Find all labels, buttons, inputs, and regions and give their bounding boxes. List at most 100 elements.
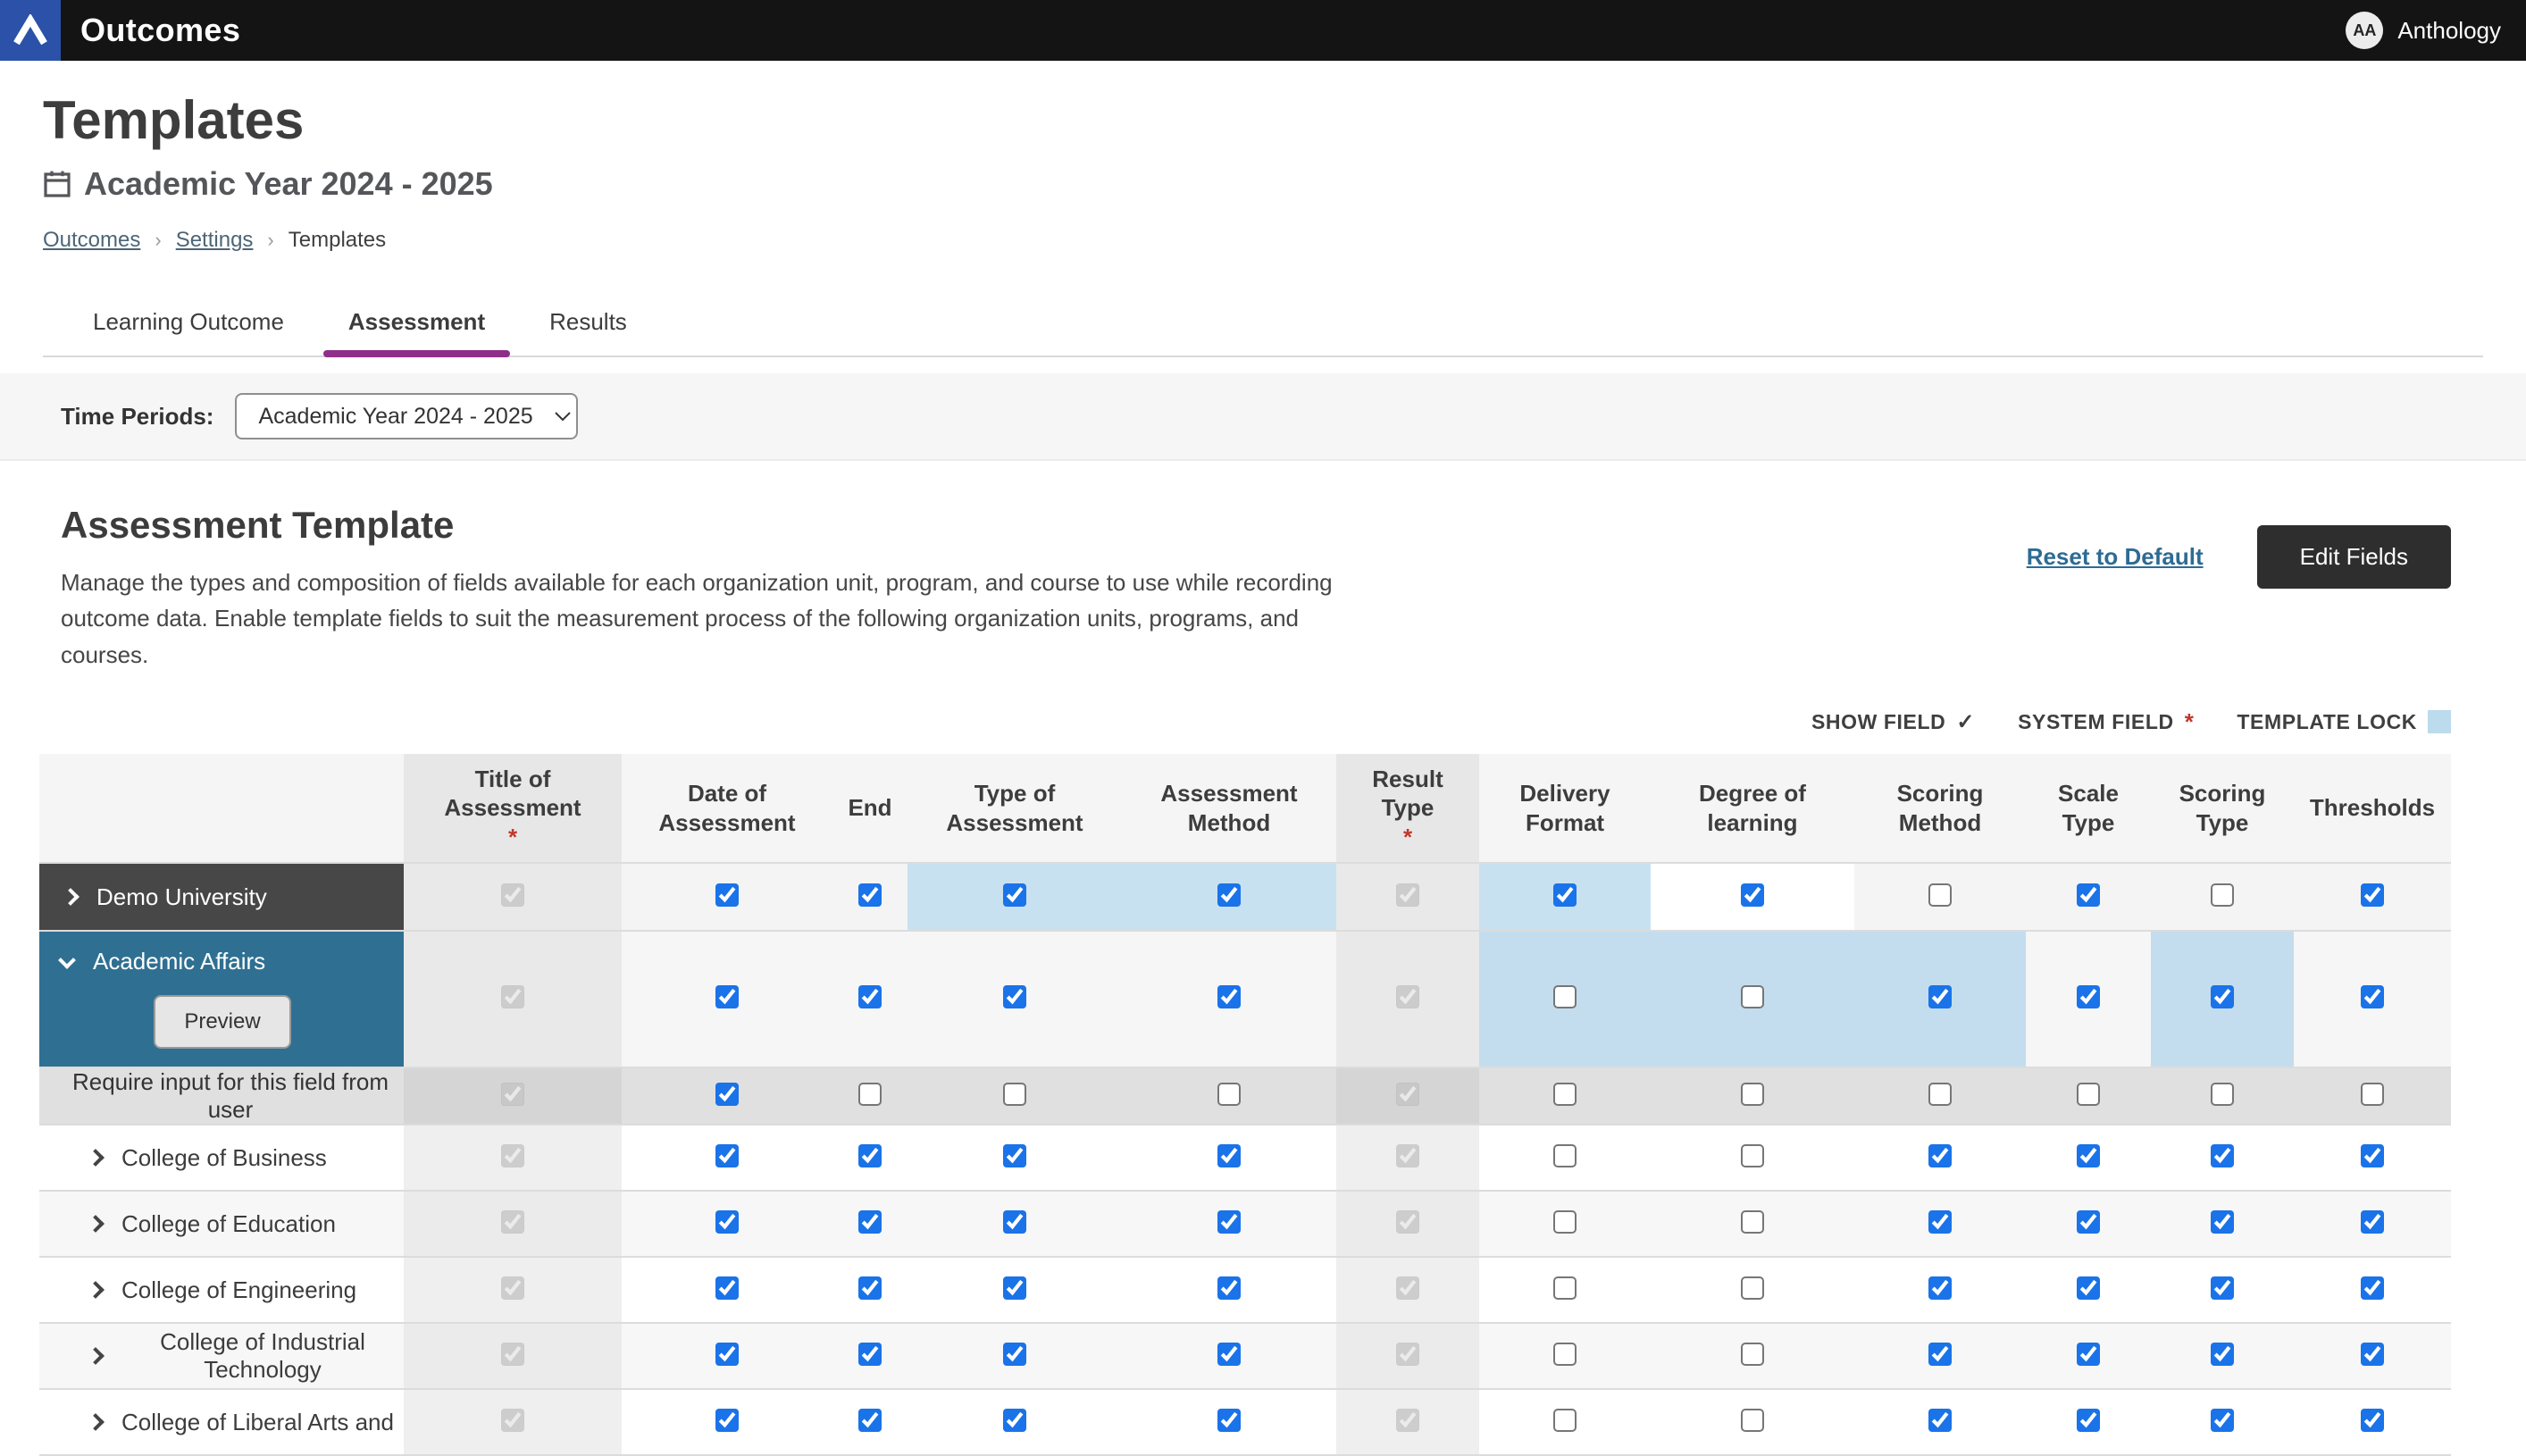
field-checkbox-college-of-education-scoring-method[interactable] [1928,1210,1952,1234]
user-avatar[interactable]: AA [2346,12,2383,49]
field-checkbox-college-of-education-delivery-format[interactable] [1553,1210,1577,1234]
field-checkbox-college-of-business-assessment-method[interactable] [1217,1144,1241,1167]
field-checkbox-require-input-scale-type[interactable] [2077,1083,2100,1106]
org-row-toggle-college-of-education[interactable]: College of Education [39,1210,404,1238]
org-row-toggle-college-of-liberal-arts-and[interactable]: College of Liberal Arts and [39,1409,404,1436]
field-checkbox-require-input-scoring-type[interactable] [2211,1083,2234,1106]
field-checkbox-demo-university-scoring-method[interactable] [1928,883,1952,907]
field-checkbox-demo-university-date-of-assessment[interactable] [715,883,739,907]
field-checkbox-college-of-engineering-scale-type[interactable] [2077,1276,2100,1300]
field-checkbox-academic-affairs-assessment-method[interactable] [1217,985,1241,1008]
field-checkbox-college-of-industrial-technology-thresholds[interactable] [2361,1343,2384,1366]
field-checkbox-college-of-education-degree-of-learning[interactable] [1741,1210,1764,1234]
field-checkbox-college-of-industrial-technology-type-of-assessment[interactable] [1003,1343,1026,1366]
field-checkbox-college-of-engineering-date-of-assessment[interactable] [715,1276,739,1300]
edit-fields-button[interactable]: Edit Fields [2257,525,2451,589]
field-checkbox-college-of-business-scoring-method[interactable] [1928,1144,1952,1167]
field-checkbox-college-of-education-thresholds[interactable] [2361,1210,2384,1234]
field-checkbox-college-of-industrial-technology-assessment-method[interactable] [1217,1343,1241,1366]
breadcrumb-settings[interactable]: Settings [176,228,254,253]
org-row-toggle-demo-university[interactable]: Demo University [39,883,404,911]
preview-button[interactable]: Preview [154,995,290,1049]
tab-learning-outcome[interactable]: Learning Outcome [86,292,291,356]
field-checkbox-college-of-education-assessment-method[interactable] [1217,1210,1241,1234]
field-checkbox-college-of-liberal-arts-and-type-of-assessment[interactable] [1003,1409,1026,1432]
field-checkbox-college-of-industrial-technology-scoring-type[interactable] [2211,1343,2234,1366]
org-row-toggle-college-of-industrial-technology[interactable]: College of Industrial Technology [39,1328,404,1384]
field-checkbox-college-of-business-scoring-type[interactable] [2211,1144,2234,1167]
field-checkbox-college-of-engineering-end[interactable] [858,1276,882,1300]
field-checkbox-academic-affairs-scoring-method[interactable] [1928,985,1952,1008]
field-checkbox-demo-university-delivery-format[interactable] [1553,883,1577,907]
field-checkbox-college-of-business-delivery-format[interactable] [1553,1144,1577,1167]
tab-assessment[interactable]: Assessment [341,292,492,356]
field-checkbox-college-of-education-scoring-type[interactable] [2211,1210,2234,1234]
field-checkbox-college-of-business-end[interactable] [858,1144,882,1167]
field-checkbox-require-input-end[interactable] [858,1083,882,1106]
field-checkbox-demo-university-assessment-method[interactable] [1217,883,1241,907]
field-checkbox-academic-affairs-date-of-assessment[interactable] [715,985,739,1008]
field-checkbox-college-of-business-date-of-assessment[interactable] [715,1144,739,1167]
field-checkbox-academic-affairs-scale-type[interactable] [2077,985,2100,1008]
field-checkbox-college-of-liberal-arts-and-degree-of-learning[interactable] [1741,1409,1764,1432]
field-checkbox-college-of-education-end[interactable] [858,1210,882,1234]
org-row-toggle-college-of-engineering[interactable]: College of Engineering [39,1276,404,1304]
field-checkbox-require-input-date-of-assessment[interactable] [715,1083,739,1106]
field-checkbox-academic-affairs-end[interactable] [858,985,882,1008]
field-checkbox-academic-affairs-degree-of-learning[interactable] [1741,985,1764,1008]
field-checkbox-require-input-degree-of-learning[interactable] [1741,1083,1764,1106]
field-checkbox-require-input-delivery-format[interactable] [1553,1083,1577,1106]
field-checkbox-require-input-type-of-assessment[interactable] [1003,1083,1026,1106]
field-checkbox-academic-affairs-thresholds[interactable] [2361,985,2384,1008]
field-checkbox-college-of-liberal-arts-and-date-of-assessment[interactable] [715,1409,739,1432]
field-checkbox-college-of-industrial-technology-scoring-method[interactable] [1928,1343,1952,1366]
field-checkbox-college-of-business-degree-of-learning[interactable] [1741,1144,1764,1167]
field-checkbox-college-of-education-type-of-assessment[interactable] [1003,1210,1026,1234]
field-checkbox-college-of-liberal-arts-and-thresholds[interactable] [2361,1409,2384,1432]
field-checkbox-college-of-business-type-of-assessment[interactable] [1003,1144,1026,1167]
field-checkbox-college-of-engineering-scoring-type[interactable] [2211,1276,2234,1300]
field-checkbox-college-of-liberal-arts-and-scoring-method[interactable] [1928,1409,1952,1432]
field-checkbox-demo-university-scale-type[interactable] [2077,883,2100,907]
field-checkbox-demo-university-end[interactable] [858,883,882,907]
field-checkbox-college-of-liberal-arts-and-scoring-type[interactable] [2211,1409,2234,1432]
field-checkbox-college-of-engineering-assessment-method[interactable] [1217,1276,1241,1300]
field-checkbox-college-of-engineering-type-of-assessment[interactable] [1003,1276,1026,1300]
field-checkbox-academic-affairs-type-of-assessment[interactable] [1003,985,1026,1008]
field-checkbox-college-of-engineering-degree-of-learning[interactable] [1741,1276,1764,1300]
field-checkbox-college-of-liberal-arts-and-scale-type[interactable] [2077,1409,2100,1432]
field-checkbox-college-of-business-thresholds[interactable] [2361,1144,2384,1167]
field-checkbox-college-of-education-scale-type[interactable] [2077,1210,2100,1234]
field-checkbox-demo-university-type-of-assessment[interactable] [1003,883,1026,907]
field-checkbox-require-input-thresholds[interactable] [2361,1083,2384,1106]
field-checkbox-college-of-liberal-arts-and-end[interactable] [858,1409,882,1432]
field-checkbox-academic-affairs-delivery-format[interactable] [1553,985,1577,1008]
reset-to-default-link[interactable]: Reset to Default [2027,543,2204,571]
field-checkbox-college-of-industrial-technology-end[interactable] [858,1343,882,1366]
field-checkbox-college-of-business-scale-type[interactable] [2077,1144,2100,1167]
org-row-toggle-college-of-business[interactable]: College of Business [39,1144,404,1172]
column-header-assessment-method: Assessment Method [1122,754,1336,864]
field-checkbox-demo-university-scoring-type[interactable] [2211,883,2234,907]
field-checkbox-college-of-industrial-technology-date-of-assessment[interactable] [715,1343,739,1366]
field-checkbox-college-of-industrial-technology-scale-type[interactable] [2077,1343,2100,1366]
org-row-toggle-academic-affairs[interactable]: Academic Affairs [61,948,382,975]
time-period-select[interactable]: Academic Year 2024 - 2025 [235,393,578,439]
field-checkbox-demo-university-thresholds[interactable] [2361,883,2384,907]
field-checkbox-college-of-industrial-technology-title-of-assessment [501,1343,524,1366]
field-checkbox-college-of-liberal-arts-and-delivery-format[interactable] [1553,1409,1577,1432]
field-checkbox-college-of-engineering-delivery-format[interactable] [1553,1276,1577,1300]
field-checkbox-require-input-scoring-method[interactable] [1928,1083,1952,1106]
field-checkbox-college-of-industrial-technology-degree-of-learning[interactable] [1741,1343,1764,1366]
field-checkbox-require-input-assessment-method[interactable] [1217,1083,1241,1106]
field-checkbox-college-of-liberal-arts-and-assessment-method[interactable] [1217,1409,1241,1432]
breadcrumb-outcomes[interactable]: Outcomes [43,228,140,253]
field-checkbox-college-of-industrial-technology-delivery-format[interactable] [1553,1343,1577,1366]
field-checkbox-academic-affairs-scoring-type[interactable] [2211,985,2234,1008]
tab-results[interactable]: Results [542,292,634,356]
breadcrumb-separator: › [155,229,161,252]
field-checkbox-college-of-engineering-scoring-method[interactable] [1928,1276,1952,1300]
field-checkbox-demo-university-degree-of-learning[interactable] [1741,883,1764,907]
field-checkbox-college-of-engineering-thresholds[interactable] [2361,1276,2384,1300]
field-checkbox-college-of-education-date-of-assessment[interactable] [715,1210,739,1234]
